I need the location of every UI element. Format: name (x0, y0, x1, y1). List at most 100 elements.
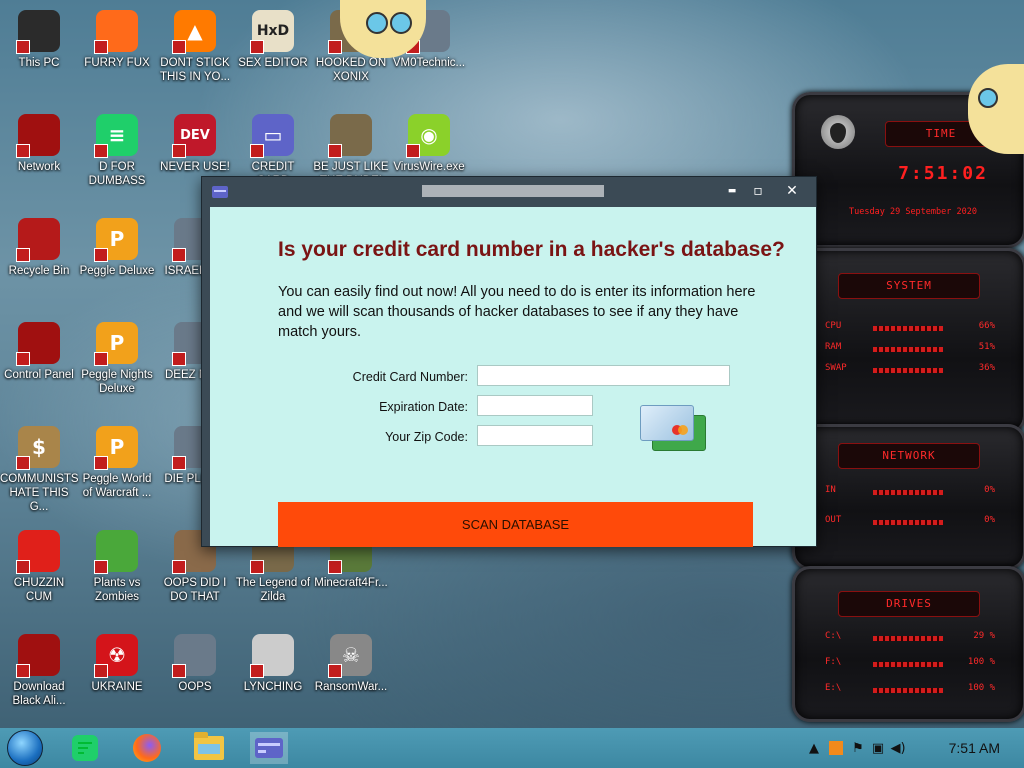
drive-stat-key: F:\ (825, 657, 842, 667)
shortcut-arrow-icon (94, 248, 108, 262)
desktop-icon[interactable]: P Peggle Deluxe (78, 218, 156, 278)
shortcut-arrow-icon (172, 352, 186, 366)
show-hidden-icons-icon[interactable]: ▲ (804, 741, 824, 756)
desktop-icon[interactable]: This PC (0, 10, 78, 70)
network-stat-value: 0% (984, 485, 995, 495)
desktop-icon[interactable]: ☠ RansomWar... (312, 634, 390, 694)
shortcut-arrow-icon (16, 560, 30, 574)
desktop-icon[interactable]: DEV NEVER USE! (156, 114, 234, 174)
drive-stat-bar (873, 688, 943, 693)
desktop-icon[interactable]: Download Black Ali... (0, 634, 78, 708)
system-stat-key: RAM (825, 342, 842, 352)
system-stat-value: 36% (978, 363, 995, 373)
app-tray-icon[interactable] (829, 741, 843, 755)
desktop-icon-label: Peggle Nights Deluxe (81, 369, 153, 395)
shortcut-arrow-icon (250, 144, 264, 158)
desktop-icon[interactable]: $ COMMUNISTS HATE THIS G... (0, 426, 79, 514)
system-stat-row: SWAP 36% (825, 363, 995, 379)
desktop-icon[interactable]: P Peggle Nights Deluxe (78, 322, 156, 396)
shortcut-arrow-icon (250, 40, 264, 54)
minimize-button[interactable]: ▬ (720, 181, 744, 201)
desktop-icon-label: CHUZZIN CUM (13, 577, 65, 603)
shortcut-arrow-icon (328, 664, 342, 678)
system-stat-bar (873, 368, 943, 373)
expiration-date-input[interactable] (477, 395, 593, 416)
shortcut-arrow-icon (16, 40, 30, 54)
flag-icon[interactable]: ⚑ (848, 741, 868, 756)
desktop-icon[interactable]: FURRY FUX (78, 10, 156, 70)
network-stat-row: IN 0% (825, 485, 995, 501)
network-stat-row: OUT 0% (825, 515, 995, 531)
network-stat-bar (873, 520, 943, 525)
system-stat-bar (873, 326, 943, 331)
window-content: Is your credit card number in a hacker's… (210, 207, 816, 547)
firefox-icon[interactable] (128, 732, 166, 764)
desktop-icon-label: OOPS DID I DO THAT (163, 577, 227, 603)
desktop-icon[interactable]: Network (0, 114, 78, 174)
shortcut-arrow-icon (16, 352, 30, 366)
desktop-icon[interactable]: ≡ D FOR DUMBASS (78, 114, 156, 188)
network-stat-key: OUT (825, 515, 842, 525)
card-number-input[interactable] (477, 365, 730, 386)
desktop-icon-label: LYNCHING (243, 681, 303, 693)
description-text: You can easily find out now! All you nee… (278, 284, 756, 340)
desktop-icon[interactable]: CHUZZIN CUM (0, 530, 78, 604)
credit-card-checker-icon[interactable] (250, 732, 288, 764)
network-icon[interactable]: ▣ (868, 741, 888, 756)
chat-app-icon[interactable] (66, 732, 104, 764)
credit-card-app-icon (212, 186, 228, 198)
peggle-icon: P (94, 218, 138, 262)
desktop-icon[interactable]: Plants vs Zombies (78, 530, 156, 604)
shortcut-arrow-icon (16, 144, 30, 158)
drive-stat-value: 29 % (973, 631, 995, 641)
network-stat-value: 0% (984, 515, 995, 525)
volume-icon[interactable]: ◀) (888, 741, 908, 756)
shortcut-arrow-icon (172, 40, 186, 54)
desktop-icon[interactable]: LYNCHING (234, 634, 312, 694)
desktop-icon-label: D FOR DUMBASS (88, 161, 146, 187)
control-panel-icon (16, 322, 60, 366)
desktop-icon-label: UKRAINE (91, 681, 143, 693)
desktop-icon[interactable]: ▲ DONT STICK THIS IN YO... (156, 10, 234, 84)
drive-stat-value: 100 % (967, 683, 995, 693)
shortcut-arrow-icon (16, 248, 30, 262)
card-number-label: Credit Card Number: (352, 370, 468, 384)
drives-header: DRIVES (838, 591, 980, 617)
lime-icon: ◉ (406, 114, 450, 158)
desktop-icon-label: Control Panel (4, 369, 74, 381)
desktop-icon-label: Peggle World of Warcraft ... (82, 473, 152, 499)
start-orb-icon[interactable] (6, 730, 44, 766)
network-stat-bar (873, 490, 943, 495)
window-titlebar[interactable]: ▬ ▫ ✕ (202, 177, 816, 207)
desktop-icon[interactable]: ☢ UKRAINE (78, 634, 156, 694)
desktop-icon[interactable]: P Peggle World of Warcraft ... (78, 426, 156, 500)
desktop-icon[interactable]: ◉ VirusWire.exe (390, 114, 468, 174)
desktop-icon-label: RansomWar... (314, 681, 388, 693)
desktop-icon-label: Network (17, 161, 61, 173)
desktop-icon-label: Recycle Bin (8, 265, 70, 277)
desktop-icon-label: NEVER USE! (160, 161, 230, 173)
maximize-button[interactable]: ▫ (746, 181, 770, 201)
desktop-icon[interactable]: HxD SEX EDITOR (234, 10, 312, 70)
drive-stat-bar (873, 636, 943, 641)
drive-stat-bar (873, 662, 943, 667)
rope-icon (250, 634, 294, 678)
desktop-icon[interactable]: OOPS (156, 634, 234, 694)
shortcut-arrow-icon (406, 144, 420, 158)
file-explorer-icon[interactable] (190, 732, 228, 764)
recycle-bin-icon (16, 218, 60, 262)
zip-code-input[interactable] (477, 425, 593, 446)
close-button[interactable]: ✕ (780, 181, 804, 201)
system-stat-value: 66% (978, 321, 995, 331)
scan-database-button[interactable]: SCAN DATABASE (278, 502, 753, 547)
cartoon-character-image (318, 0, 438, 62)
shortcut-arrow-icon (250, 560, 264, 574)
game-icon (328, 114, 372, 158)
drive-stat-row: C:\ 29 % (825, 631, 995, 647)
desktop-icon[interactable]: Control Panel (0, 322, 78, 382)
plant-icon (94, 530, 138, 574)
taskbar-clock[interactable]: 7:51 AM (949, 728, 1000, 768)
desktop-icon[interactable]: Recycle Bin (0, 218, 78, 278)
system-header: SYSTEM (838, 273, 980, 299)
system-stat-key: CPU (825, 321, 842, 331)
